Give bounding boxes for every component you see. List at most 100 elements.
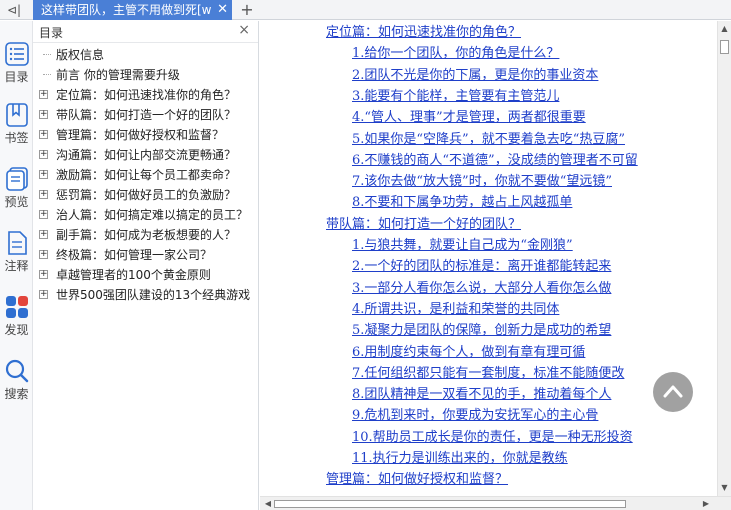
toc-item-label: 终极篇：如何管理一家公司？ bbox=[56, 248, 213, 262]
section-link[interactable]: 5.凝聚力是团队的保障，创新力是成功的希望 bbox=[352, 323, 611, 339]
rail-label: 发现 bbox=[4, 323, 29, 337]
tab-close-icon[interactable]: ✕ bbox=[217, 0, 228, 20]
document-tab[interactable]: 这样带团队，主管不用做到死[w ✕ bbox=[33, 0, 232, 20]
horizontal-scrollbar[interactable]: ◀ ▶ bbox=[260, 496, 731, 510]
rail-label: 搜索 bbox=[4, 387, 29, 401]
toc-item[interactable]: + 沟通篇：如何让内部交流更畅通？ bbox=[33, 145, 259, 165]
back-to-top-button[interactable] bbox=[653, 372, 693, 412]
tab-title: 这样带团队，主管不用做到死[w bbox=[41, 3, 211, 17]
rail-toc[interactable]: 目录 bbox=[0, 41, 33, 85]
toc-item[interactable]: + 治人篇：如何搞定难以搞定的员工？ bbox=[33, 205, 259, 225]
section-link[interactable]: 2.一个好的团队的标准是：离开谁都能转起来 bbox=[352, 259, 611, 275]
horizontal-scroll-thumb[interactable] bbox=[274, 500, 626, 508]
section-link[interactable]: 5.如果你是“空降兵”，就不要着急去吃“热豆腐” bbox=[352, 132, 625, 148]
rail-discover[interactable]: 发现 bbox=[0, 294, 33, 338]
search-icon bbox=[5, 359, 28, 383]
rail-label: 目录 bbox=[4, 70, 29, 84]
toc-item-label: 定位篇：如何迅速找准你的角色？ bbox=[56, 88, 237, 102]
annotation-icon bbox=[7, 231, 27, 255]
rail-label: 预览 bbox=[4, 195, 29, 209]
expand-plus-icon[interactable]: + bbox=[39, 90, 48, 99]
toc-item-label: 前言 你的管理需要升级 bbox=[56, 68, 180, 82]
section-link[interactable]: 2.团队不光是你的下属，更是你的事业资本 bbox=[352, 68, 598, 84]
chevron-up-icon bbox=[663, 385, 683, 398]
rail-label: 注释 bbox=[4, 259, 29, 273]
toc-panel: 目录 × 版权信息前言 你的管理需要升级 + 定位篇：如何迅速找准你的角色？ + 带队篇… bbox=[33, 21, 259, 510]
bookmark-icon bbox=[5, 103, 28, 127]
rail-label: 书签 bbox=[4, 131, 29, 145]
toc-item[interactable]: + 终极篇：如何管理一家公司？ bbox=[33, 245, 259, 265]
toc-item-label: 管理篇：如何做好授权和监督？ bbox=[56, 128, 225, 142]
tree-connector bbox=[43, 74, 51, 75]
expand-plus-icon[interactable]: + bbox=[39, 270, 48, 279]
rail-annotation[interactable]: 注释 bbox=[0, 230, 33, 274]
toc-item[interactable]: 前言 你的管理需要升级 bbox=[33, 65, 259, 85]
toc-item-label: 世界500强团队建设的13个经典游戏 bbox=[56, 288, 251, 302]
rail-preview[interactable]: 预览 bbox=[0, 166, 33, 210]
expand-plus-icon[interactable]: + bbox=[39, 150, 48, 159]
toc-item[interactable]: + 世界500强团队建设的13个经典游戏 bbox=[33, 285, 259, 305]
scroll-left-arrow-icon[interactable]: ◀ bbox=[262, 497, 274, 510]
toc-item[interactable]: + 卓越管理者的100个黄金原则 bbox=[33, 265, 259, 285]
new-tab-button[interactable]: + bbox=[238, 0, 256, 20]
left-icon-rail: 目录 书签 预览 注释 发现 搜索 bbox=[0, 21, 33, 510]
toc-close-icon[interactable]: × bbox=[238, 22, 250, 38]
rail-search[interactable]: 搜索 bbox=[0, 358, 33, 402]
section-link[interactable]: 3.能要有个能样，主管要有主管范儿 bbox=[352, 89, 559, 105]
toc-item-label: 卓越管理者的100个黄金原则 bbox=[56, 268, 211, 282]
scroll-right-arrow-icon[interactable]: ▶ bbox=[700, 497, 712, 510]
toc-item-label: 惩罚篇：如何做好员工的负激励？ bbox=[56, 188, 237, 202]
toc-item[interactable]: + 管理篇：如何做好授权和监督？ bbox=[33, 125, 259, 145]
scroll-down-arrow-icon[interactable]: ▼ bbox=[718, 482, 731, 494]
document-page: 定位篇：如何迅速找准你的角色？ 1.给你一个团队，你的角色是什么？ 2.团队不光是你… bbox=[260, 21, 717, 496]
section-link[interactable]: 6.用制度约束每个人，做到有章有理可循 bbox=[352, 345, 585, 361]
expand-plus-icon[interactable]: + bbox=[39, 170, 48, 179]
expand-plus-icon[interactable]: + bbox=[39, 250, 48, 259]
section-link[interactable]: 10.帮助员工成长是你的责任，更是一种无形投资 bbox=[352, 430, 633, 446]
section-link[interactable]: 6.不赚钱的商人“不道德”，没成绩的管理者不可留 bbox=[352, 153, 638, 169]
preview-icon bbox=[5, 167, 28, 191]
toc-item-label: 沟通篇：如何让内部交流更畅通？ bbox=[56, 148, 237, 162]
toc-item-label: 治人篇：如何搞定难以搞定的员工？ bbox=[56, 208, 249, 222]
tree-connector bbox=[43, 54, 51, 55]
toc-item[interactable]: 版权信息 bbox=[33, 45, 259, 65]
expand-plus-icon[interactable]: + bbox=[39, 230, 48, 239]
toc-header: 目录 × bbox=[33, 21, 258, 43]
expand-plus-icon[interactable]: + bbox=[39, 130, 48, 139]
toc-item[interactable]: + 激励篇：如何让每个员工都卖命？ bbox=[33, 165, 259, 185]
chapter-link[interactable]: 管理篇：如何做好授权和监督？ bbox=[326, 472, 508, 488]
section-link[interactable]: 8.团队精神是一双看不见的手，推动着每个人 bbox=[352, 387, 611, 403]
section-link[interactable]: 3.一部分人看你怎么说，大部分人看你怎么做 bbox=[352, 281, 611, 297]
section-link[interactable]: 1.给你一个团队，你的角色是什么？ bbox=[352, 46, 559, 62]
toc-item-label: 激励篇：如何让每个员工都卖命？ bbox=[56, 168, 237, 182]
section-link[interactable]: 9.危机到来时，你要成为安抚军心的主心骨 bbox=[352, 408, 598, 424]
toc-item-label: 版权信息 bbox=[56, 48, 105, 62]
scroll-up-arrow-icon[interactable]: ▲ bbox=[718, 23, 731, 35]
toc-item[interactable]: + 带队篇：如何打造一个好的团队？ bbox=[33, 105, 259, 125]
expand-plus-icon[interactable]: + bbox=[39, 190, 48, 199]
vertical-scroll-thumb[interactable] bbox=[720, 40, 729, 54]
toc-item[interactable]: + 副手篇：如何成为老板想要的人？ bbox=[33, 225, 259, 245]
toc-title: 目录 bbox=[39, 26, 64, 40]
collapse-sidebar-button[interactable]: ⊲| bbox=[0, 0, 28, 20]
section-link[interactable]: 11.执行力是训练出来的，你就是教练 bbox=[352, 451, 568, 467]
toc-list-icon bbox=[4, 42, 29, 66]
section-link[interactable]: 4.“管人、理事”才是管理，两者都很重要 bbox=[352, 110, 586, 126]
vertical-scrollbar[interactable]: ▲ ▼ bbox=[717, 21, 731, 496]
toc-item-label: 副手篇：如何成为老板想要的人？ bbox=[56, 228, 237, 242]
discover-icon bbox=[5, 296, 28, 318]
expand-plus-icon[interactable]: + bbox=[39, 110, 48, 119]
expand-plus-icon[interactable]: + bbox=[39, 210, 48, 219]
tab-bar: ⊲| 这样带团队，主管不用做到死[w ✕ + bbox=[0, 0, 731, 20]
section-link[interactable]: 7.该你去做“放大镜”时，你就不要做“望远镜” bbox=[352, 174, 612, 190]
chapter-link[interactable]: 定位篇：如何迅速找准你的角色？ bbox=[326, 25, 521, 41]
section-link[interactable]: 1.与狼共舞，就要让自己成为“金刚狼” bbox=[352, 238, 573, 254]
chapter-link[interactable]: 带队篇：如何打造一个好的团队？ bbox=[326, 217, 521, 233]
section-link[interactable]: 7.任何组织都只能有一套制度，标准不能随便改 bbox=[352, 366, 624, 382]
section-link[interactable]: 8.不要和下属争功劳，越占上风越孤单 bbox=[352, 195, 572, 211]
expand-plus-icon[interactable]: + bbox=[39, 290, 48, 299]
section-link[interactable]: 4.所谓共识，是利益和荣誉的共同体 bbox=[352, 302, 559, 318]
toc-item[interactable]: + 定位篇：如何迅速找准你的角色？ bbox=[33, 85, 259, 105]
rail-bookmark[interactable]: 书签 bbox=[0, 102, 33, 146]
toc-item[interactable]: + 惩罚篇：如何做好员工的负激励？ bbox=[33, 185, 259, 205]
